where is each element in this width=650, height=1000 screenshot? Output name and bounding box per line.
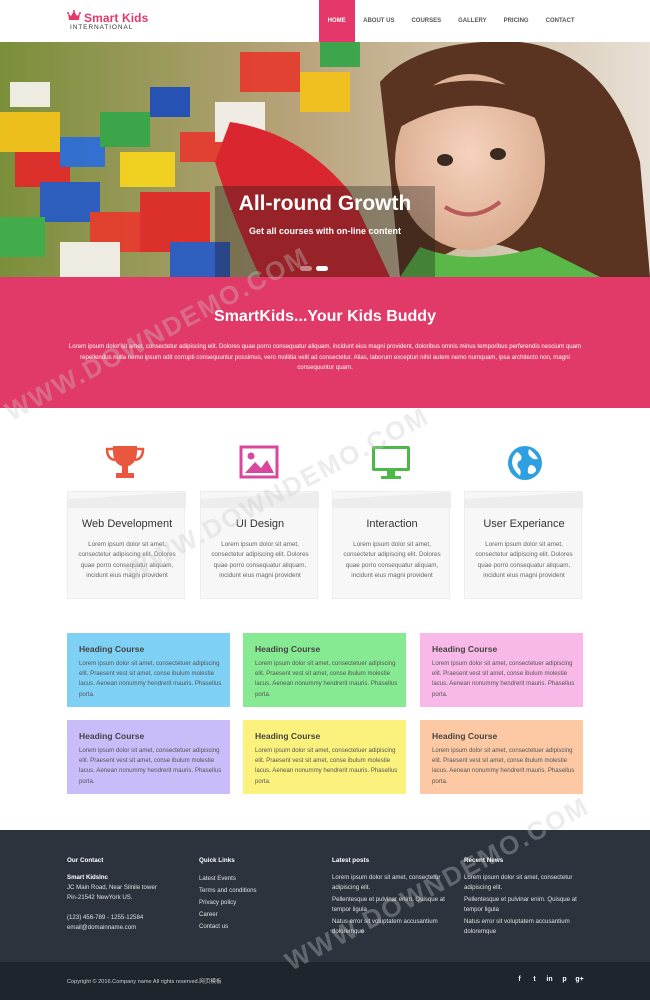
footer-posts-heading: Latest posts [332,857,370,864]
nav-item-home[interactable]: HOME [318,0,355,42]
course-title: Heading Course [79,644,145,654]
footer-news-list: Lorem ipsum dolor sit amet, consectetur … [464,873,589,937]
course-box[interactable]: Heading Course Lorem ipsum dolor sit amet… [67,720,230,794]
pinterest-icon[interactable]: p [560,975,569,985]
service-card: Web Development Lorem ipsum dolor sit ame… [67,491,186,599]
site-header: Smart Kids INTERNATIONAL HOME ABOUT US COU… [0,0,650,42]
course-text: Lorem ipsum dolor sit amet, consectetuer… [79,660,222,698]
footer-post-item[interactable]: Pellentesque et pulvinar enim. Quisque a… [332,895,457,915]
nav-item-pricing[interactable]: PRICING [495,0,537,42]
course-text: Lorem ipsum dolor sit amet, consectetuer… [255,660,398,698]
footer-phone: (123) 456-789 - 1255-12584 [67,914,144,921]
service-card: Interaction Lorem ipsum dolor sit amet, c… [332,491,451,599]
footer-email[interactable]: email@domainname.com [67,923,197,933]
hero-subtitle: Get all courses with on-line content [248,226,402,236]
nav-item-contact[interactable]: CONTACT [537,0,583,42]
service-text: Lorem ipsum dolor sit amet, consectetur … [78,541,176,579]
footer-news-item[interactable]: Natus error sit voluptatem accusantium d… [464,917,589,937]
hero-slider: All-round Growth Get all courses with on… [0,42,650,277]
service-title: Web Development [81,518,173,530]
crown-icon [67,10,81,20]
footer-quick-links: Quick Links Latest Events Terms and condi… [199,857,329,933]
logo-text: Smart Kids [84,11,149,25]
card-tab [333,492,451,508]
card-tab [465,492,583,508]
course-title: Heading Course [255,644,321,654]
course-text: Lorem ipsum dolor sit amet, consectetuer… [255,747,398,785]
course-text: Lorem ipsum dolor sit amet, consectetuer… [79,747,222,785]
service-title: UI Design [235,518,285,530]
monitor-icon [372,446,410,479]
image-icon [239,445,279,479]
footer-links-heading: Quick Links [199,857,235,864]
course-box[interactable]: Heading Course Lorem ipsum dolor sit amet… [243,720,406,794]
facebook-icon[interactable]: f [515,975,524,985]
course-box[interactable]: Heading Course Lorem ipsum dolor sit amet… [243,633,406,707]
course-title: Heading Course [255,731,321,741]
footer-link[interactable]: Terms and conditions [199,885,329,897]
card-tab [201,492,319,508]
footer-link[interactable]: Latest Events [199,873,329,885]
logo-subtext: INTERNATIONAL [70,24,134,31]
googleplus-icon[interactable]: g+ [575,975,584,985]
intro-text: Lorem ipsum dolor sit amet, consectetur … [68,343,582,371]
footer-contact-heading: Our Contact [67,857,104,864]
footer-news-item[interactable]: Lorem ipsum dolor sit amet, consectetur … [464,873,589,893]
footer-address-line1: JC Main Road, Near Silnile tower [67,884,157,891]
footer-contact: Our Contact Smart KidsInc JC Main Road, … [67,857,197,933]
course-box[interactable]: Heading Course Lorem ipsum dolor sit amet… [420,633,583,707]
nav-item-gallery[interactable]: GALLERY [450,0,495,42]
course-title: Heading Course [79,731,145,741]
service-text: Lorem ipsum dolor sit amet, consectetur … [343,541,441,579]
social-links: f t in p g+ [515,975,584,985]
service-text: Lorem ipsum dolor sit amet, consectetur … [211,541,309,579]
course-box[interactable]: Heading Course Lorem ipsum dolor sit amet… [67,633,230,707]
trophy-icon [105,446,145,478]
twitter-icon[interactable]: t [530,975,539,985]
intro-section: SmartKids...Your Kids Buddy Lorem ipsum … [0,277,650,408]
footer-bottom-bar: Copyright © 2016.Company name All rights… [0,962,650,1000]
course-text: Lorem ipsum dolor sit amet, consectetuer… [432,660,575,698]
slider-dot[interactable] [316,266,328,271]
globe-icon [508,446,542,480]
course-title: Heading Course [432,644,498,654]
footer-news-heading: Recent News [464,857,504,864]
service-card: UI Design Lorem ipsum dolor sit amet, con… [200,491,319,599]
service-title: User Experiance [483,518,565,530]
service-title: Interaction [366,518,418,530]
intro-title: SmartKids...Your Kids Buddy [214,308,436,325]
course-title: Heading Course [432,731,498,741]
footer-latest-posts: Latest posts Lorem ipsum dolor sit amet,… [332,857,457,939]
footer-news-item[interactable]: Pellentesque et pulvinar enim. Quisque a… [464,895,589,915]
card-tab [68,492,186,508]
footer-link[interactable]: Contact us [199,921,329,933]
footer-links-list: Latest Events Terms and conditions Privacy… [199,873,329,933]
nav-item-about-us[interactable]: ABOUT US [355,0,403,42]
nav-item-courses[interactable]: COURSES [403,0,450,42]
linkedin-icon[interactable]: in [545,975,554,985]
footer-post-item[interactable]: Lorem ipsum dolor sit amet, consectetur … [332,873,457,893]
footer-link[interactable]: Career [199,909,329,921]
slider-dot[interactable] [300,266,312,271]
footer-recent-news: Recent News Lorem ipsum dolor sit amet, … [464,857,589,939]
hero-title: All-round Growth [238,192,412,215]
footer-posts-list: Lorem ipsum dolor sit amet, consectetur … [332,873,457,937]
slider-dots [300,266,328,271]
footer-post-item[interactable]: Natus error sit voluptatem accusantium d… [332,917,457,937]
copyright-text: Copyright © 2016.Company name All rights… [67,979,222,985]
site-footer: Our Contact Smart KidsInc JC Main Road, … [0,830,650,962]
service-card: User Experiance Lorem ipsum dolor sit ame… [464,491,583,599]
footer-company: Smart KidsInc [67,874,108,881]
footer-address-line2: Pin-21542 NewYork US. [67,894,133,901]
main-nav: HOME ABOUT US COURSES GALLERY PRICING CONTACT [318,0,583,42]
course-text: Lorem ipsum dolor sit amet, consectetuer… [432,747,575,785]
footer-link[interactable]: Privacy policy [199,897,329,909]
course-box[interactable]: Heading Course Lorem ipsum dolor sit amet… [420,720,583,794]
service-text: Lorem ipsum dolor sit amet, consectetur … [475,541,573,579]
